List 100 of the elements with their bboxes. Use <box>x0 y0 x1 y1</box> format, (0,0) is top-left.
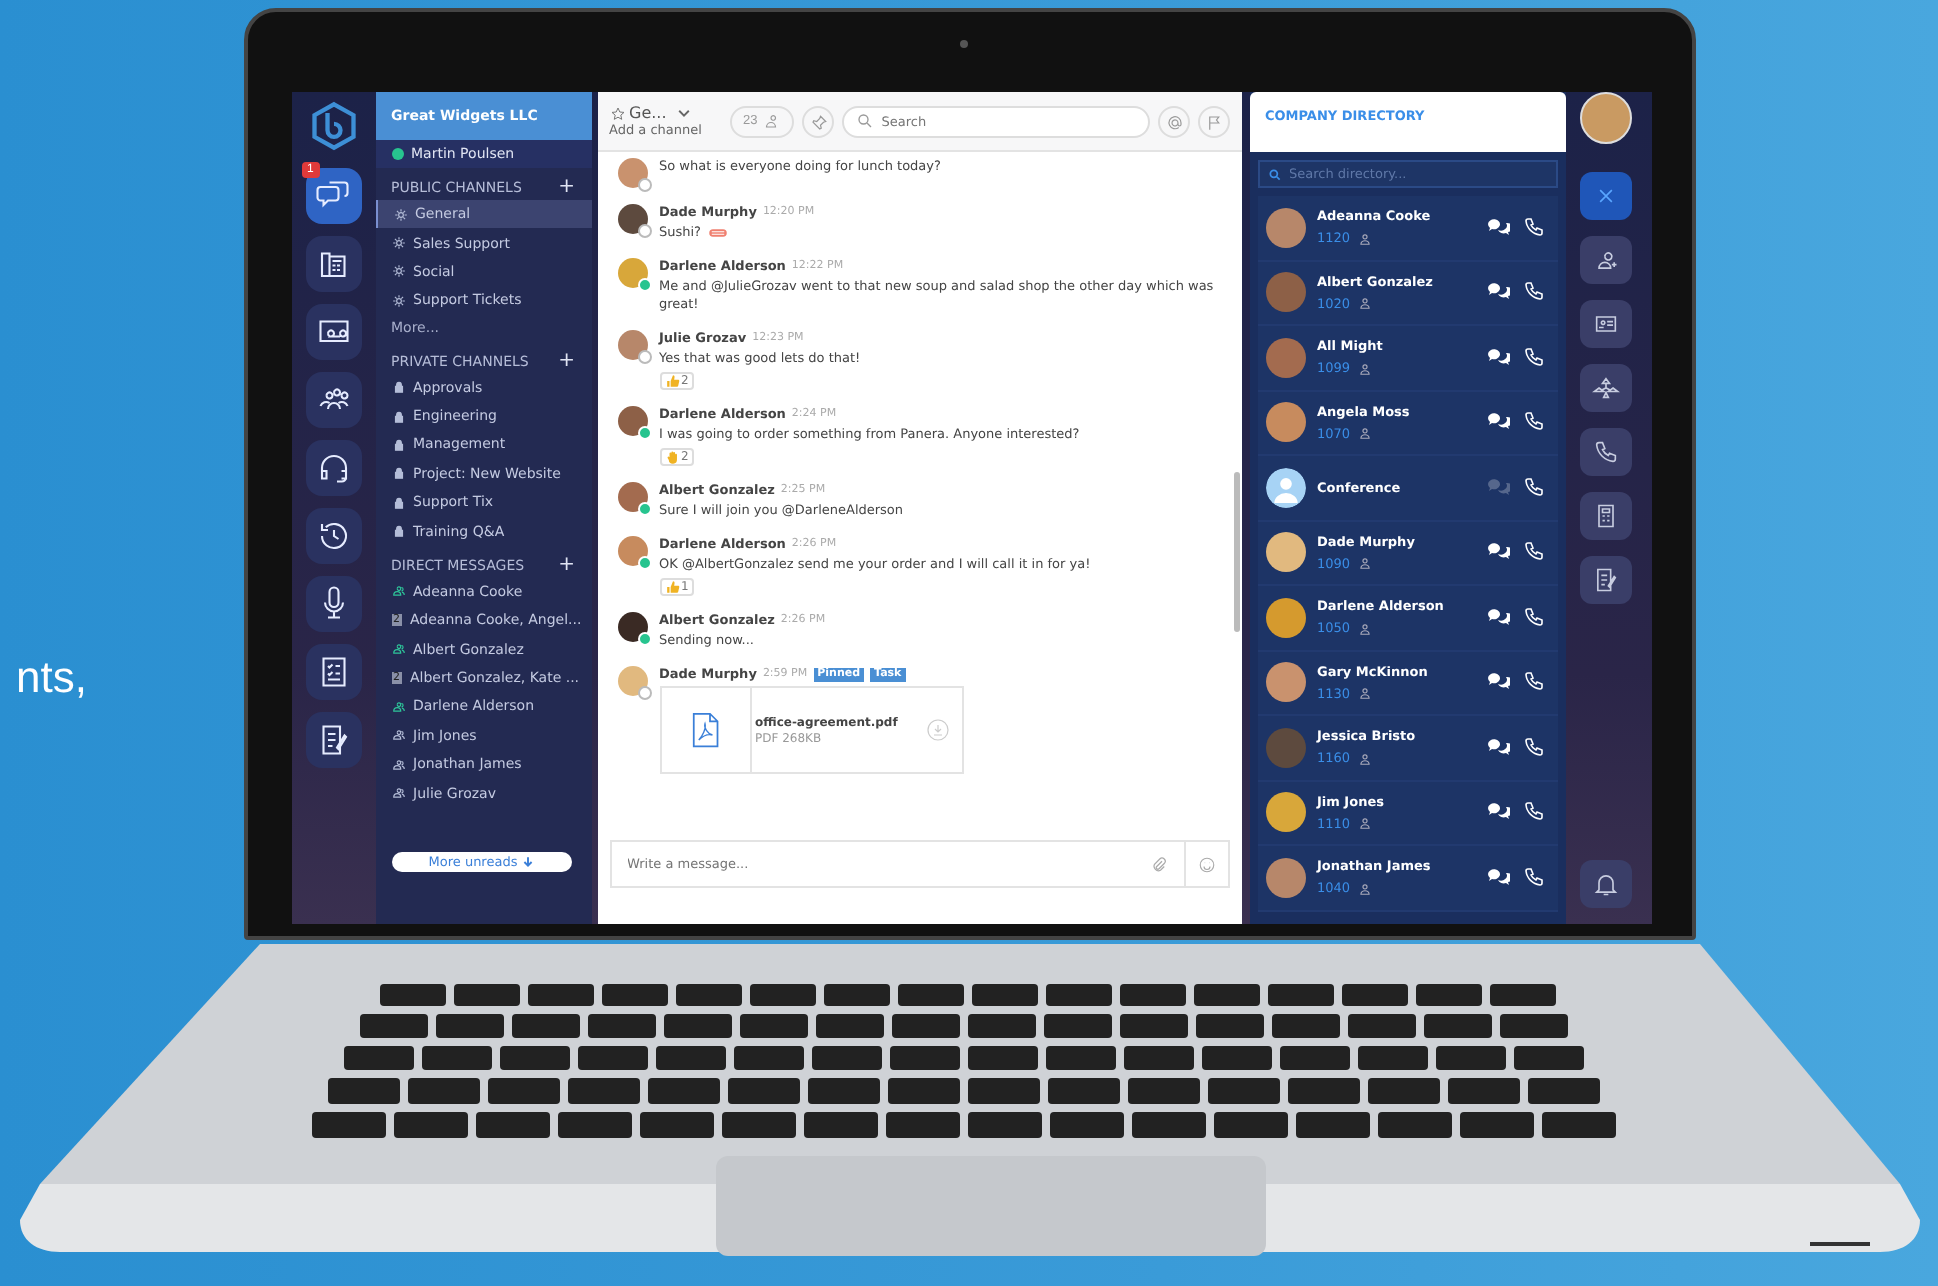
channel-name[interactable]: Ge... <box>629 104 667 122</box>
person-icon <box>1358 621 1373 636</box>
gear-icon <box>391 236 405 251</box>
people-icon <box>391 757 405 772</box>
profile-avatar[interactable] <box>1579 92 1631 144</box>
person-icon <box>1358 361 1373 376</box>
lock-icon <box>391 437 405 452</box>
headline-fragment: nts, <box>16 652 87 704</box>
tool-button[interactable] <box>1579 492 1631 540</box>
tool-button[interactable] <box>1579 172 1631 220</box>
bell-icon <box>1591 870 1619 898</box>
star-icon[interactable] <box>609 105 625 121</box>
person-icon <box>1358 686 1373 701</box>
desk-phone-icon <box>315 246 351 282</box>
person-icon <box>1358 751 1373 766</box>
add-button[interactable]: + <box>558 180 575 196</box>
people-icon <box>391 642 405 657</box>
contact-avatar <box>1265 207 1305 248</box>
caret-icon[interactable] <box>676 105 693 121</box>
raised-hand-icon <box>665 450 679 464</box>
tool-button[interactable] <box>1579 300 1631 348</box>
contact-avatar <box>1265 597 1305 638</box>
gear-icon <box>393 207 407 222</box>
contact-avatar <box>1265 402 1305 443</box>
silhouette-avatar <box>1265 467 1305 508</box>
lock-icon <box>391 380 405 395</box>
nav-button[interactable] <box>305 508 361 564</box>
phone-icon[interactable] <box>1521 670 1545 695</box>
tool-button[interactable] <box>1579 428 1631 476</box>
person-icon <box>1358 296 1373 311</box>
phone-icon[interactable] <box>1521 735 1545 760</box>
lock-icon <box>391 466 405 481</box>
tool-button[interactable] <box>1579 236 1631 284</box>
chat-bubbles-icon[interactable] <box>1485 345 1509 370</box>
history-icon <box>315 518 351 554</box>
pin-icon <box>809 113 828 131</box>
camera-icon <box>959 40 967 48</box>
person-icon <box>1358 231 1373 246</box>
people-icon <box>391 699 405 714</box>
notifications-button[interactable] <box>1579 860 1631 908</box>
pdf-file-icon <box>690 712 720 748</box>
gear-icon <box>391 264 405 279</box>
nav-button[interactable] <box>305 712 361 768</box>
down-arrow-icon <box>521 856 534 868</box>
people-icon <box>391 786 405 801</box>
tool-button[interactable] <box>1579 556 1631 604</box>
notes-icon <box>1591 566 1619 594</box>
phone-icon[interactable] <box>1521 605 1545 630</box>
person-icon <box>1358 426 1373 441</box>
chat-bubbles-icon[interactable] <box>1485 865 1509 890</box>
sushi-icon <box>707 226 728 240</box>
hexagon-logo-icon <box>307 100 359 152</box>
nav-button[interactable] <box>305 372 361 428</box>
contact-avatar <box>1265 857 1305 898</box>
contact-avatar <box>1265 337 1305 378</box>
nav-button[interactable] <box>305 644 361 700</box>
headset-icon <box>315 450 351 486</box>
id-card-icon <box>1591 310 1619 338</box>
nav-button[interactable] <box>305 236 361 292</box>
tool-button[interactable] <box>1579 364 1631 412</box>
at-sign-icon <box>1165 113 1183 131</box>
add-button[interactable]: + <box>558 557 575 574</box>
chat-bubbles-icon[interactable] <box>1485 605 1509 630</box>
chat-bubbles-icon[interactable] <box>1485 540 1509 565</box>
chat-bubbles-icon[interactable] <box>1485 800 1509 825</box>
contact-avatar <box>1265 792 1305 833</box>
lock-icon <box>391 495 405 510</box>
flag-icon <box>1205 113 1223 131</box>
contact-avatar <box>1265 532 1305 573</box>
contact-avatar <box>1265 727 1305 768</box>
people-icon <box>391 584 405 599</box>
contact-avatar <box>1265 272 1305 313</box>
add-button[interactable]: + <box>558 353 575 369</box>
chat-bubbles-icon[interactable] <box>1485 410 1509 435</box>
nav-button[interactable] <box>305 576 361 632</box>
people-icon <box>391 728 405 743</box>
network-icon <box>1591 374 1619 402</box>
chat-bubbles-icon[interactable] <box>1485 735 1509 760</box>
chat-bubbles-icon[interactable] <box>1485 670 1509 695</box>
nav-button[interactable] <box>305 304 361 360</box>
person-icon <box>1358 816 1373 831</box>
phone-icon[interactable] <box>1521 540 1545 565</box>
phone-icon[interactable] <box>1521 280 1545 305</box>
nav-button[interactable] <box>305 440 361 496</box>
chat-bubbles-icon[interactable] <box>1485 280 1509 305</box>
phone-icon[interactable] <box>1521 475 1545 500</box>
contact-avatar <box>1265 662 1305 703</box>
person-icon <box>761 112 780 130</box>
lock-icon <box>391 524 405 539</box>
thumbs-up-icon <box>665 374 679 388</box>
phone-icon[interactable] <box>1521 865 1545 890</box>
search-icon <box>855 112 874 130</box>
chat-bubbles-icon[interactable] <box>1485 215 1509 240</box>
lock-icon <box>391 409 405 424</box>
person-icon <box>1358 881 1373 896</box>
paperclip-icon[interactable] <box>1149 855 1167 873</box>
phone-icon[interactable] <box>1521 800 1545 825</box>
phone-icon[interactable] <box>1521 410 1545 435</box>
phone-icon[interactable] <box>1521 215 1545 240</box>
phone-icon[interactable] <box>1521 345 1545 370</box>
